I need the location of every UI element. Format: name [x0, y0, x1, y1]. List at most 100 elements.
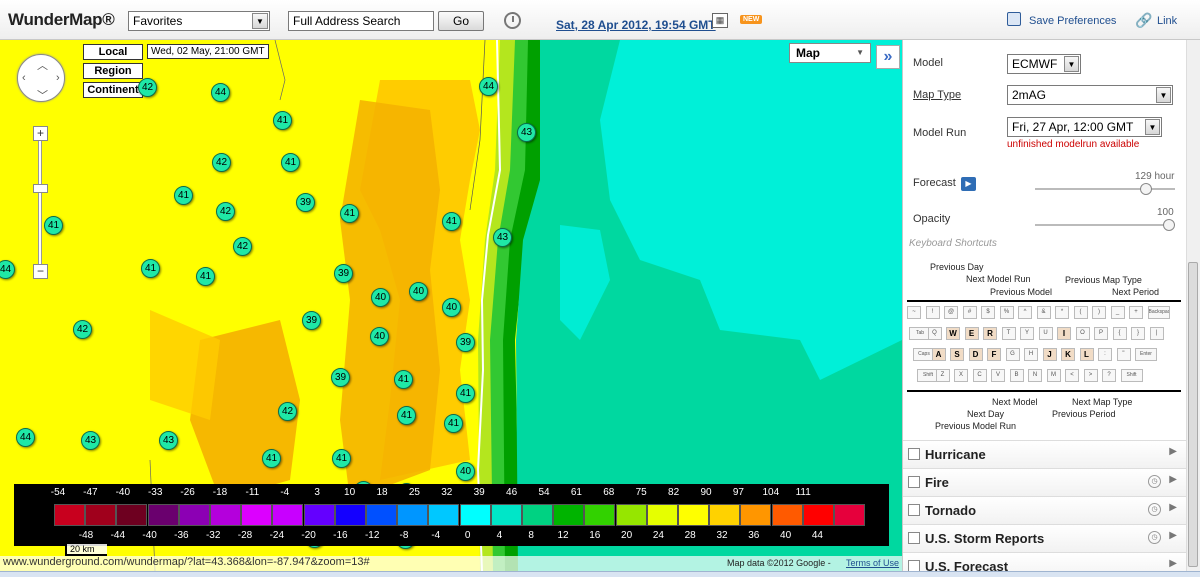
zoom-in-button[interactable]: + [33, 126, 48, 141]
kb-divider [907, 390, 1181, 392]
layer-checkbox[interactable] [908, 448, 920, 460]
station-marker[interactable]: 40 [370, 327, 389, 346]
kb-label: Previous Period [1052, 409, 1116, 419]
scope-continent-button[interactable]: Continent [83, 82, 143, 98]
pan-right-icon[interactable]: › [56, 72, 60, 84]
station-marker[interactable]: 43 [517, 123, 536, 142]
address-search-input[interactable]: Full Address Search [288, 11, 434, 31]
link-button[interactable]: Link [1157, 15, 1177, 27]
opacity-slider-thumb[interactable] [1163, 219, 1175, 231]
keyboard-key: C [972, 369, 987, 382]
link-icon[interactable]: 🔗 [1135, 12, 1152, 29]
station-marker[interactable]: 41 [394, 370, 413, 389]
clock-icon[interactable]: ◷ [1148, 475, 1161, 488]
station-marker[interactable]: 42 [212, 153, 231, 172]
layer-checkbox[interactable] [908, 504, 920, 516]
legend-swatch [303, 504, 335, 526]
panel-scrollbar-thumb[interactable] [1188, 262, 1198, 567]
legend-label-c: 28 [684, 530, 696, 541]
station-marker[interactable]: 40 [371, 288, 390, 307]
clock-icon[interactable]: ◷ [1148, 531, 1161, 544]
layer-row[interactable]: Hurricane ▶ [903, 440, 1187, 468]
station-marker[interactable]: 41 [174, 186, 193, 205]
station-marker[interactable]: 42 [216, 202, 235, 221]
map-type-select[interactable]: Map ▼ [789, 43, 871, 63]
layer-row[interactable]: Tornado ◷ ▶ [903, 496, 1187, 524]
save-preferences-link[interactable]: Save Preferences [1029, 15, 1116, 27]
map-canvas[interactable]: Local Region Continent Wed, 02 May, 21:0… [0, 40, 902, 571]
forecast-slider[interactable] [1035, 183, 1175, 195]
chevron-right-icon[interactable]: ▶ [1169, 530, 1177, 541]
layer-checkbox[interactable] [908, 532, 920, 544]
station-marker[interactable]: 43 [81, 431, 100, 450]
pan-up-icon[interactable]: ︿ [37, 57, 48, 73]
station-marker[interactable]: 42 [233, 237, 252, 256]
pan-left-icon[interactable]: ‹ [22, 72, 26, 84]
station-marker[interactable]: 41 [332, 449, 351, 468]
station-marker[interactable]: 41 [273, 111, 292, 130]
station-marker[interactable]: 44 [479, 77, 498, 96]
calendar-icon[interactable]: ▦ [712, 13, 728, 28]
station-marker[interactable]: 41 [196, 267, 215, 286]
station-marker[interactable]: 41 [456, 384, 475, 403]
clock-icon[interactable]: ◷ [1148, 503, 1161, 516]
chevron-right-icon[interactable]: ▶ [1169, 558, 1177, 569]
layer-row[interactable]: Fire ◷ ▶ [903, 468, 1187, 496]
map-type-dropdown[interactable]: 2mAG ▼ [1007, 85, 1173, 105]
legend-label-c: -40 [142, 530, 157, 541]
play-icon[interactable]: ▶ [961, 177, 976, 191]
station-marker[interactable]: 44 [211, 83, 230, 102]
legend-label-f: -40 [115, 487, 131, 498]
model-select[interactable]: ECMWF ▼ [1007, 54, 1081, 74]
station-marker[interactable]: 39 [331, 368, 350, 387]
station-marker[interactable]: 40 [456, 462, 475, 481]
station-marker[interactable]: 40 [442, 298, 461, 317]
legend-swatch [366, 504, 397, 526]
zoom-slider-track[interactable] [38, 137, 42, 274]
station-marker[interactable]: 43 [159, 431, 178, 450]
layer-row[interactable]: U.S. Storm Reports ◷ ▶ [903, 524, 1187, 552]
zoom-slider-thumb[interactable] [33, 184, 48, 193]
zoom-out-button[interactable]: − [33, 264, 48, 279]
opacity-slider[interactable] [1035, 219, 1175, 231]
station-marker[interactable]: 39 [456, 333, 475, 352]
keyboard-key: G [1005, 348, 1020, 361]
station-marker[interactable]: 42 [278, 402, 297, 421]
chevron-right-icon[interactable]: ▶ [1169, 474, 1177, 485]
station-marker[interactable]: 41 [340, 204, 359, 223]
pan-down-icon[interactable]: ﹀ [37, 87, 48, 103]
station-marker[interactable]: 42 [138, 78, 157, 97]
station-marker[interactable]: 41 [444, 414, 463, 433]
go-button[interactable]: Go [438, 11, 484, 31]
station-marker[interactable]: 41 [44, 216, 63, 235]
station-marker[interactable]: 41 [141, 259, 160, 278]
pan-control[interactable]: ︿ ﹀ ‹ › [17, 54, 65, 102]
chevron-right-icon[interactable]: ▶ [1169, 502, 1177, 513]
forecast-slider-thumb[interactable] [1139, 183, 1152, 195]
favorites-select[interactable]: Favorites ▼ [128, 11, 270, 31]
station-marker[interactable]: 41 [442, 212, 461, 231]
station-marker[interactable]: 39 [334, 264, 353, 283]
scale-bar: 20 km [65, 544, 107, 556]
station-marker[interactable]: 40 [409, 282, 428, 301]
chevron-right-icon[interactable]: ▶ [1169, 446, 1177, 457]
terms-of-use-link[interactable]: Terms of Use [846, 558, 899, 568]
save-icon[interactable] [1007, 12, 1021, 26]
current-datetime-link[interactable]: Sat, 28 Apr 2012, 19:54 GMT [556, 18, 716, 32]
station-marker[interactable]: 42 [73, 320, 92, 339]
station-marker[interactable]: 41 [397, 406, 416, 425]
wundermap-logo[interactable]: WunderMap® [8, 10, 115, 30]
model-run-select[interactable]: Fri, 27 Apr, 12:00 GMT ▼ [1007, 117, 1162, 137]
scope-region-button[interactable]: Region [83, 63, 143, 79]
station-marker[interactable]: 44 [16, 428, 35, 447]
station-marker[interactable]: 41 [262, 449, 281, 468]
unfinished-modelrun-notice[interactable]: unfinished modelrun available [1007, 139, 1139, 150]
scope-local-button[interactable]: Local [83, 44, 143, 60]
station-marker[interactable]: 39 [296, 193, 315, 212]
layer-checkbox[interactable] [908, 476, 920, 488]
clock-icon[interactable] [504, 12, 521, 29]
collapse-panel-button[interactable]: » [876, 45, 900, 69]
station-marker[interactable]: 43 [493, 228, 512, 247]
station-marker[interactable]: 41 [281, 153, 300, 172]
station-marker[interactable]: 39 [302, 311, 321, 330]
